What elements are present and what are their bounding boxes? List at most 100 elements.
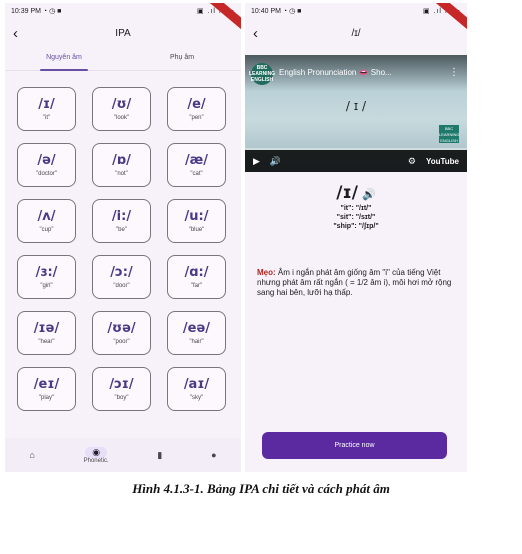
ipa-card[interactable]: /ɔ:/ "door" bbox=[92, 255, 151, 299]
ipa-card[interactable]: /e/ "pen" bbox=[167, 87, 226, 131]
tab-vowels[interactable]: Nguyên âm bbox=[5, 47, 123, 71]
ipa-card[interactable]: /ɪ/ "it" bbox=[17, 87, 76, 131]
youtube-logo[interactable]: YouTube bbox=[426, 157, 459, 166]
practice-now-button[interactable]: Practice now bbox=[262, 432, 447, 459]
ipa-example: "sky" bbox=[189, 395, 204, 401]
bookmark-icon: ▮ bbox=[157, 449, 163, 460]
ipa-card[interactable]: /æ/ "cat" bbox=[167, 143, 226, 187]
ipa-example: "doctor" bbox=[36, 171, 57, 177]
ipa-example: "blue" bbox=[188, 227, 205, 233]
video-controls: ▶ 🔊 ⚙ YouTube bbox=[245, 150, 467, 172]
ipa-symbol: /ɜ:/ bbox=[35, 265, 58, 280]
ipa-list-screen: 10:39 PM ◔ ◷ ■ ▣ .ıl ıl ▭ ‹ IPA Nguyên â… bbox=[5, 3, 241, 472]
status-bar: 10:40 PM ◔ ◷ ■ ▣ .ıl ıl ▭ bbox=[245, 3, 467, 19]
ipa-example: "it" bbox=[42, 115, 51, 121]
nav-home[interactable]: ⌂ bbox=[29, 450, 34, 461]
ipa-example: "cup" bbox=[39, 227, 54, 233]
ipa-card[interactable]: /ɜ:/ "girl" bbox=[17, 255, 76, 299]
ipa-card[interactable]: /ɔɪ/ "boy" bbox=[92, 367, 151, 411]
nav-phonetic-label: Phonetic. bbox=[83, 457, 109, 464]
example-line: "it": "/ɪt/" bbox=[340, 205, 372, 212]
ipa-symbol: /ɪ/ bbox=[38, 97, 55, 112]
settings-icon[interactable]: ⚙ bbox=[408, 156, 416, 167]
ipa-card[interactable]: /u:/ "blue" bbox=[167, 199, 226, 243]
ipa-card[interactable]: /ə/ "doctor" bbox=[17, 143, 76, 187]
ipa-card[interactable]: /ʊ/ "look" bbox=[92, 87, 151, 131]
ipa-card[interactable]: /eɪ/ "play" bbox=[17, 367, 76, 411]
status-icons: ◔ ◷ ■ bbox=[42, 8, 62, 15]
bottom-nav: ⌂ ◉ Phonetic. ▮ ● bbox=[5, 438, 241, 472]
ipa-example: "far" bbox=[190, 283, 203, 289]
back-arrow-icon[interactable]: ‹ bbox=[253, 25, 271, 42]
page-title: IPA bbox=[115, 27, 131, 39]
video-player[interactable]: BBC LEARNING ENGLISH English Pronunciati… bbox=[245, 55, 467, 172]
ipa-symbol: /ɑ:/ bbox=[184, 265, 209, 280]
nav-phonetic[interactable]: ◉ Phonetic. bbox=[83, 446, 109, 464]
play-icon[interactable]: ▶ bbox=[253, 156, 260, 167]
ipa-symbol: /i:/ bbox=[111, 209, 132, 224]
ipa-example: "hear" bbox=[38, 339, 55, 345]
ipa-symbol: /ɪə/ bbox=[33, 321, 60, 336]
example-line: "ship": "/ʃɪp/" bbox=[333, 223, 379, 230]
channel-avatar[interactable]: BBC LEARNING ENGLISH bbox=[249, 63, 275, 85]
ipa-card[interactable]: /ɒ/ "not" bbox=[92, 143, 151, 187]
pronunciation-tip: Mẹo: Âm i ngắn phát âm giống âm "i" của … bbox=[257, 268, 453, 298]
ipa-symbol: /æ/ bbox=[184, 153, 209, 168]
person-icon: ● bbox=[211, 449, 217, 460]
tab-bar: Nguyên âm Phụ âm bbox=[5, 47, 241, 71]
example-line: "sit": "/sɪt/" bbox=[336, 214, 376, 221]
ipa-card[interactable]: /ʊə/ "poor" bbox=[92, 311, 151, 355]
bbc-logo: BBC LEARNING ENGLISH bbox=[439, 125, 460, 143]
status-time: 10:39 PM bbox=[11, 8, 41, 15]
ipa-card[interactable]: /eə/ "hair" bbox=[167, 311, 226, 355]
ipa-card[interactable]: /i:/ "be" bbox=[92, 199, 151, 243]
tip-label: Mẹo: bbox=[257, 268, 276, 277]
tab-consonants[interactable]: Phụ âm bbox=[123, 47, 241, 70]
phoneme-symbol: /ɪ/ bbox=[336, 183, 358, 203]
nav-profile[interactable]: ● bbox=[211, 450, 216, 461]
ipa-symbol: /ɔɪ/ bbox=[109, 377, 134, 392]
home-icon: ⌂ bbox=[29, 449, 35, 460]
ipa-symbol: /ʌ/ bbox=[37, 209, 56, 224]
more-options-icon[interactable]: ⋮ bbox=[449, 67, 459, 78]
phoneme-detail: /ɪ/ 🔊 "it": "/ɪt/" "sit": "/sɪt/" "ship":… bbox=[245, 183, 467, 230]
ipa-card[interactable]: /ʌ/ "cup" bbox=[17, 199, 76, 243]
nav-bookmark[interactable]: ▮ bbox=[157, 450, 162, 461]
ipa-card[interactable]: /aɪ/ "sky" bbox=[167, 367, 226, 411]
ipa-example: "not" bbox=[115, 171, 128, 177]
volume-icon[interactable]: 🔊 bbox=[270, 156, 281, 167]
ipa-example: "cat" bbox=[190, 171, 203, 177]
ipa-example: "pen" bbox=[189, 115, 204, 121]
status-bar: 10:39 PM ◔ ◷ ■ ▣ .ıl ıl ▭ bbox=[5, 3, 241, 19]
ipa-example: "be" bbox=[116, 227, 127, 233]
status-time: 10:40 PM bbox=[251, 8, 281, 15]
phonetic-icon: ◉ bbox=[85, 446, 108, 458]
ipa-symbol: /eɪ/ bbox=[33, 377, 60, 392]
ipa-symbol: /u:/ bbox=[184, 209, 209, 224]
page-title: /ɪ/ bbox=[351, 27, 361, 39]
ipa-example: "door" bbox=[113, 283, 130, 289]
status-icons: ◔ ◷ ■ bbox=[282, 8, 302, 15]
ipa-example: "poor" bbox=[113, 339, 130, 345]
phoneme-detail-screen: 10:40 PM ◔ ◷ ■ ▣ .ıl ıl ▭ ‹ /ɪ/ BBC LEAR… bbox=[245, 3, 467, 472]
video-frame-text: / ɪ / bbox=[345, 99, 367, 113]
app-bar: ‹ /ɪ/ bbox=[245, 19, 467, 47]
ipa-symbol: /ɔ:/ bbox=[110, 265, 133, 280]
ipa-symbol: /e/ bbox=[187, 97, 206, 112]
ipa-symbol: /aɪ/ bbox=[183, 377, 210, 392]
ipa-grid: /ɪ/ "it" /ʊ/ "look" /e/ "pen" /ə/ "doctor" /ɒ/ "n… bbox=[5, 71, 241, 411]
tip-text: Âm i ngắn phát âm giống âm "i" của tiếng… bbox=[257, 268, 452, 297]
ipa-symbol: /ə/ bbox=[37, 153, 56, 168]
ipa-symbol: /ɒ/ bbox=[112, 153, 131, 168]
back-arrow-icon[interactable]: ‹ bbox=[13, 25, 31, 42]
ipa-symbol: /ʊə/ bbox=[107, 321, 136, 336]
video-title[interactable]: English Pronunciation 👄 Sho... bbox=[279, 68, 445, 77]
figure-caption: Hình 4.1.3-1. Bảng IPA chi tiết và cách … bbox=[132, 481, 390, 496]
ipa-card[interactable]: /ɑ:/ "far" bbox=[167, 255, 226, 299]
speaker-icon[interactable]: 🔊 bbox=[362, 189, 376, 201]
ipa-symbol: /ʊ/ bbox=[111, 97, 132, 112]
ipa-example: "play" bbox=[38, 395, 55, 401]
ipa-card[interactable]: /ɪə/ "hear" bbox=[17, 311, 76, 355]
ipa-example: "boy" bbox=[114, 395, 129, 401]
ipa-example: "girl" bbox=[40, 283, 53, 289]
